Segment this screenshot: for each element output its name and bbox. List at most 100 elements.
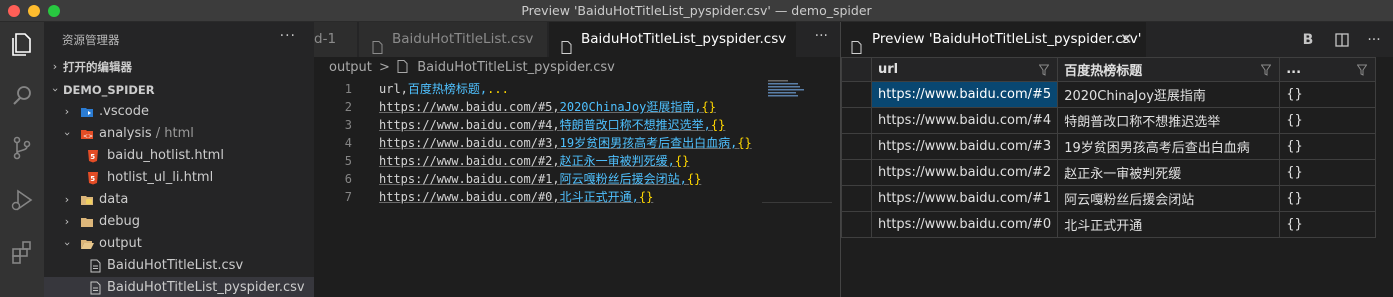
table-cell[interactable]: {} [1279, 107, 1377, 134]
line-number: 4 [344, 136, 352, 150]
table-cell[interactable]: https://www.baidu.com/#1 [870, 185, 1059, 212]
breadcrumb-separator: > [379, 60, 390, 75]
tree-item-hotlist-ul-li-html[interactable]: 5 hotlist_ul_li.html [44, 167, 314, 189]
breadcrumb-folder[interactable]: output [329, 60, 372, 75]
tree-item-vscode[interactable]: › .vscode [44, 101, 314, 123]
open-editors-label: 打开的编辑器 [63, 60, 132, 74]
tree-item-baiduhottitlelist-csv[interactable]: BaiduHotTitleList.csv [44, 255, 314, 277]
breadcrumb-file[interactable]: BaiduHotTitleList_pyspider.csv [417, 60, 615, 75]
svg-text:5: 5 [90, 153, 95, 161]
table-row[interactable]: https://www.baidu.com/#0 北斗正式开通 {} [841, 211, 1377, 238]
explorer-header: 资源管理器 [62, 33, 120, 47]
table-cell[interactable]: {} [1279, 159, 1377, 186]
table-cell[interactable]: {} [1279, 211, 1377, 238]
line-number: 6 [344, 172, 352, 186]
table-row[interactable]: https://www.baidu.com/#4 特朗普改口称不想推迟选举 {} [841, 107, 1377, 134]
code-line: 4 https://www.baidu.com/#3,19岁贫困男孩高考后查出白… [314, 134, 774, 152]
tree-item-debug[interactable]: › debug [44, 211, 314, 233]
table-cell[interactable]: 北斗正式开通 [1057, 211, 1281, 238]
table-cell[interactable]: 19岁贫困男孩高考后查出白血病 [1057, 133, 1281, 160]
table-cell[interactable]: {} [1279, 185, 1377, 212]
folder-icon [80, 215, 94, 229]
table-cell[interactable]: https://www.baidu.com/#4 [870, 107, 1059, 134]
chevron-right-icon: › [64, 105, 70, 118]
table-row[interactable]: https://www.baidu.com/#3 19岁贫困男孩高考后查出白血病… [841, 133, 1377, 160]
csv-preview-pane: Preview 'BaiduHotTitleList_pyspider.csv'… [840, 22, 1393, 297]
bold-toggle-button[interactable]: B [1298, 30, 1318, 50]
tree-item-analysis[interactable]: › <> analysis / html [44, 123, 314, 145]
tab-baiduhottitlelist-pyspider[interactable]: BaiduHotTitleList_pyspider.csv [549, 22, 797, 57]
open-editors-section[interactable]: › 打开的编辑器 [44, 56, 314, 78]
code-line: 3 https://www.baidu.com/#4,特朗普改口称不想推迟选举,… [314, 116, 774, 134]
line-number: 7 [344, 190, 352, 204]
tree-item-label: data [99, 192, 129, 207]
chevron-right-icon: › [64, 215, 70, 228]
html5-file-icon: 5 [86, 171, 100, 185]
editor-divider [762, 202, 832, 203]
table-row[interactable]: https://www.baidu.com/#5 2020ChinaJoy逛展指… [841, 81, 1377, 108]
tree-item-data[interactable]: › data [44, 189, 314, 211]
code-area[interactable]: 1 url,百度热榜标题,... 2 https://www.baidu.com… [314, 80, 774, 206]
close-icon[interactable]: ✕ [1120, 22, 1133, 57]
table-cell[interactable]: {} [1279, 81, 1377, 108]
tree-item-label: baidu_hotlist.html [107, 148, 224, 163]
line-content: https://www.baidu.com/#0,北斗正式开通,{} [379, 190, 654, 204]
project-label: DEMO_SPIDER [63, 83, 155, 97]
tab-baiduhottitlelist[interactable]: BaiduHotTitleList.csv [359, 22, 548, 57]
svg-text:<>: <> [83, 133, 93, 140]
row-number-cell [841, 159, 872, 186]
table-cell[interactable]: https://www.baidu.com/#5 [870, 81, 1059, 108]
activity-bar [0, 22, 44, 297]
project-section[interactable]: › DEMO_SPIDER [44, 79, 314, 101]
extensions-icon[interactable] [6, 236, 38, 268]
row-number-cell [841, 133, 872, 160]
tree-item-baiduhottitlelist-pyspider-csv[interactable]: BaiduHotTitleList_pyspider.csv [44, 277, 314, 297]
editor-more-actions-icon[interactable]: ··· [815, 28, 828, 44]
table-cell[interactable]: 2020ChinaJoy逛展指南 [1057, 81, 1281, 108]
tree-item-label: hotlist_ul_li.html [107, 170, 214, 185]
filter-icon[interactable] [1039, 64, 1050, 76]
tab-label: Preview 'BaiduHotTitleList_pyspider.csv' [872, 31, 1142, 47]
row-number-cell [841, 211, 872, 238]
column-header-ellipsis[interactable]: ... [1279, 57, 1377, 82]
data-folder-icon [80, 193, 94, 207]
search-icon[interactable] [6, 80, 38, 112]
explorer-more-actions-icon[interactable]: ··· [280, 28, 296, 44]
row-number-cell [841, 185, 872, 212]
preview-more-actions-icon[interactable]: ··· [1364, 30, 1384, 50]
row-number-cell [841, 107, 872, 134]
row-number-cell [841, 81, 872, 108]
table-cell[interactable]: https://www.baidu.com/#3 [870, 133, 1059, 160]
line-content: url,百度热榜标题,... [379, 82, 509, 96]
table-cell[interactable]: 阿云嘎粉丝后援会闭站 [1057, 185, 1281, 212]
tree-item-baidu-hotlist-html[interactable]: 5 baidu_hotlist.html [44, 145, 314, 167]
run-debug-icon[interactable] [6, 184, 38, 216]
filter-icon[interactable] [1261, 64, 1272, 76]
filter-icon[interactable] [1357, 64, 1368, 76]
table-cell[interactable]: https://www.baidu.com/#2 [870, 159, 1059, 186]
column-header-title[interactable]: 百度热榜标题 [1057, 57, 1281, 82]
source-control-icon[interactable] [6, 132, 38, 164]
table-header-row: url 百度热榜标题 ... [841, 57, 1377, 82]
table-cell[interactable]: 赵正永一审被判死缓 [1057, 159, 1281, 186]
tree-item-label: BaiduHotTitleList_pyspider.csv [107, 280, 305, 295]
table-row[interactable]: https://www.baidu.com/#1 阿云嘎粉丝后援会闭站 {} [841, 185, 1377, 212]
split-editor-icon[interactable] [1332, 30, 1352, 50]
csv-table[interactable]: url 百度热榜标题 ... https://www.baidu.com/#5 … [841, 57, 1377, 238]
line-number: 2 [344, 100, 352, 114]
editor-group: d-1 BaiduHotTitleList.csv BaiduHotTitleL… [314, 22, 840, 297]
tree-item-output[interactable]: › output [44, 233, 314, 255]
chevron-right-icon: › [52, 60, 58, 73]
table-cell[interactable]: 特朗普改口称不想推迟选举 [1057, 107, 1281, 134]
table-cell[interactable]: {} [1279, 133, 1377, 160]
tab-label: d-1 [314, 31, 337, 47]
document-icon [397, 60, 408, 73]
tab-partial[interactable]: d-1 [314, 22, 358, 57]
column-header-url[interactable]: url [870, 57, 1059, 82]
tab-preview[interactable]: Preview 'BaiduHotTitleList_pyspider.csv'… [841, 22, 1146, 57]
table-cell[interactable]: https://www.baidu.com/#0 [870, 211, 1059, 238]
explorer-icon[interactable] [6, 28, 38, 60]
minimap[interactable] [768, 78, 826, 98]
line-number: 5 [344, 154, 352, 168]
table-row[interactable]: https://www.baidu.com/#2 赵正永一审被判死缓 {} [841, 159, 1377, 186]
